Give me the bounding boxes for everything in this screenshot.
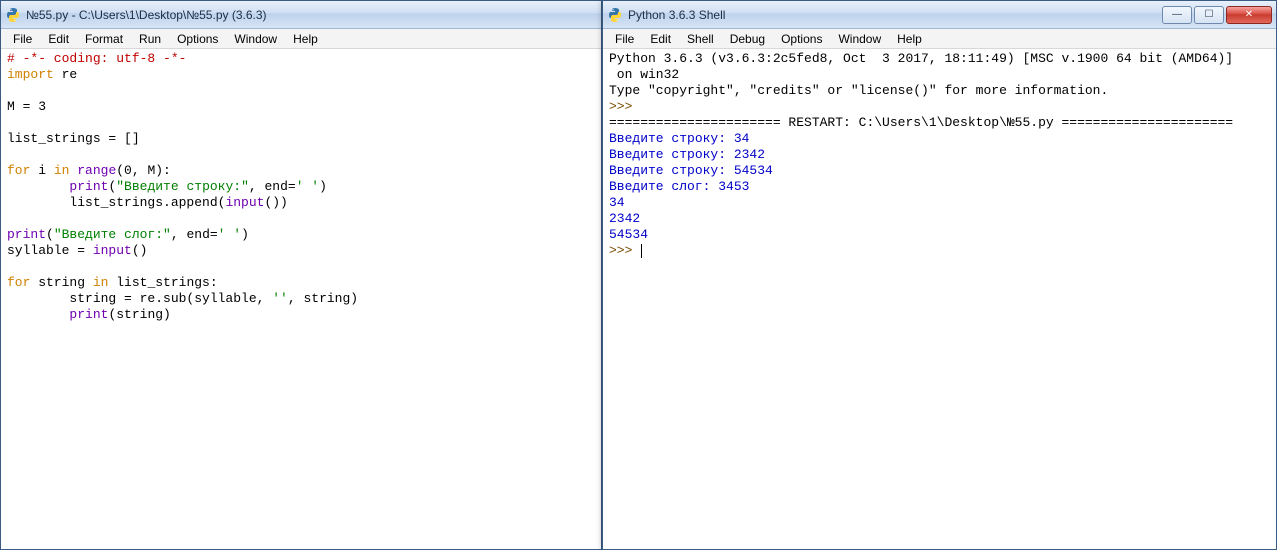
code-text: list_strings: [108,275,217,290]
shell-title: Python 3.6.3 Shell [628,8,1162,22]
shell-content[interactable]: Python 3.6.3 (v3.6.3:2c5fed8, Oct 3 2017… [603,49,1276,549]
code-line: M = 3 [7,99,46,114]
code-str: "Введите строку:" [116,179,249,194]
python-icon [5,7,21,23]
code-text: () [132,243,148,258]
code-str: "Введите слог:" [54,227,171,242]
editor-menubar: File Edit Format Run Options Window Help [1,29,601,49]
shell-prompt: >>> [609,243,640,258]
menu-shell[interactable]: Shell [679,30,722,48]
code-text: i [30,163,53,178]
close-icon: ✕ [1245,9,1253,20]
shell-titlebar[interactable]: Python 3.6.3 Shell — ☐ ✕ [603,1,1276,29]
code-builtin: print [69,179,108,194]
shell-prompt: >>> [609,99,640,114]
shell-line: Введите строку: 54534 [609,163,773,178]
shell-menubar: File Edit Shell Debug Options Window Hel… [603,29,1276,49]
shell-line: on win32 [609,67,679,82]
minimize-button[interactable]: — [1162,6,1192,24]
menu-debug[interactable]: Debug [722,30,773,48]
code-kw: in [93,275,109,290]
code-text: list_strings.append( [7,195,225,210]
shell-line: Введите строку: 2342 [609,147,765,162]
code-text: ) [241,227,249,242]
code-text: string = re.sub(syllable, [7,291,272,306]
code-text [7,179,69,194]
code-builtin: print [69,307,108,322]
editor-title: №55.py - C:\Users\1\Desktop\№55.py (3.6.… [26,8,597,22]
shell-line: 2342 [609,211,640,226]
menu-file[interactable]: File [5,30,40,48]
menu-help[interactable]: Help [889,30,930,48]
editor-titlebar[interactable]: №55.py - C:\Users\1\Desktop\№55.py (3.6.… [1,1,601,29]
maximize-button[interactable]: ☐ [1194,6,1224,24]
code-text: (0, M): [116,163,171,178]
code-kw: import [7,67,54,82]
shell-line: Введите строку: 34 [609,131,749,146]
menu-edit[interactable]: Edit [40,30,77,48]
shell-window: Python 3.6.3 Shell — ☐ ✕ File Edit Shell… [602,0,1277,550]
editor-content[interactable]: # -*- coding: utf-8 -*- import re M = 3 … [1,49,601,549]
code-text: , string) [288,291,358,306]
close-button[interactable]: ✕ [1226,6,1272,24]
menu-window[interactable]: Window [830,30,889,48]
code-builtin: input [93,243,132,258]
shell-line: 54534 [609,227,648,242]
code-str: ' ' [296,179,319,194]
code-text [7,307,69,322]
menu-help[interactable]: Help [285,30,326,48]
text-cursor [641,244,642,258]
code-text: ()) [264,195,287,210]
code-text: string [30,275,92,290]
code-builtin: print [7,227,46,242]
code-text: syllable = [7,243,93,258]
code-text: ) [319,179,327,194]
maximize-icon: ☐ [1205,9,1214,20]
code-text: , end= [171,227,218,242]
shell-line: 34 [609,195,625,210]
editor-window: №55.py - C:\Users\1\Desktop\№55.py (3.6.… [0,0,602,550]
code-builtin: input [225,195,264,210]
code-text: , end= [249,179,296,194]
menu-options[interactable]: Options [773,30,830,48]
code-line: list_strings = [] [7,131,140,146]
shell-line: ====================== RESTART: C:\Users… [609,115,1233,130]
code-str: ' ' [218,227,241,242]
menu-edit[interactable]: Edit [642,30,679,48]
window-controls: — ☐ ✕ [1162,6,1272,24]
code-text: ( [46,227,54,242]
code-builtin: range [77,163,116,178]
menu-file[interactable]: File [607,30,642,48]
minimize-icon: — [1172,9,1182,20]
code-kw: for [7,275,30,290]
python-icon [607,7,623,23]
menu-run[interactable]: Run [131,30,169,48]
menu-format[interactable]: Format [77,30,131,48]
shell-line: Введите слог: 3453 [609,179,749,194]
code-text: re [54,67,77,82]
code-kw: in [54,163,70,178]
menu-window[interactable]: Window [226,30,285,48]
code-line: # -*- coding: utf-8 -*- [7,51,186,66]
code-kw: for [7,163,30,178]
menu-options[interactable]: Options [169,30,226,48]
shell-line: Type "copyright", "credits" or "license(… [609,83,1108,98]
code-text: (string) [108,307,170,322]
code-str: '' [272,291,288,306]
shell-line: Python 3.6.3 (v3.6.3:2c5fed8, Oct 3 2017… [609,51,1233,66]
